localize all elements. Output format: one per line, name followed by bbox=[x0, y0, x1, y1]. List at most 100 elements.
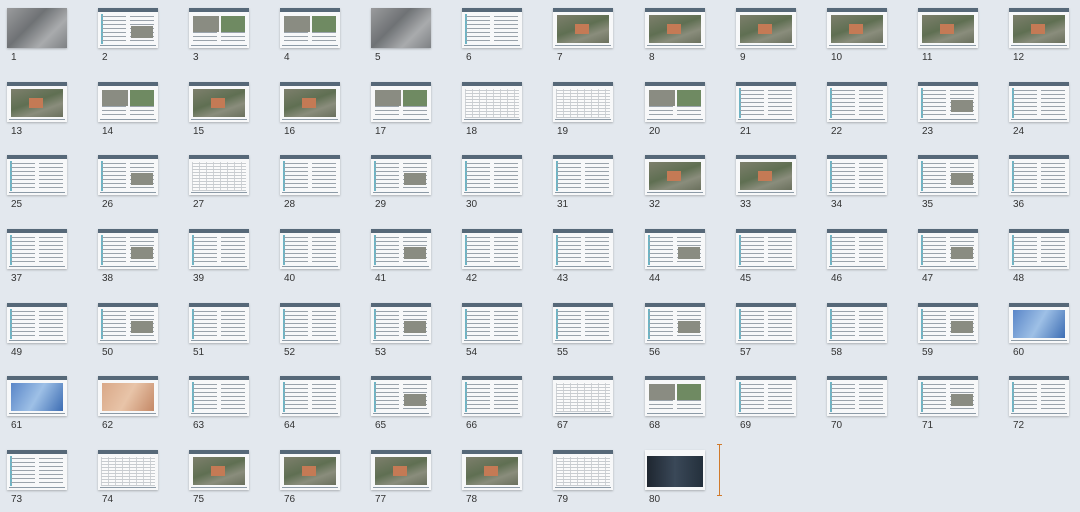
page-thumbnail[interactable]: 80 bbox=[645, 450, 711, 512]
page-number-label: 37 bbox=[11, 273, 23, 284]
page-thumbnail[interactable]: 63 bbox=[189, 376, 255, 438]
page-thumbnail[interactable]: 32 bbox=[645, 155, 711, 217]
page-thumbnail[interactable]: 77 bbox=[371, 450, 437, 512]
page-thumbnail[interactable]: 72 bbox=[1009, 376, 1075, 438]
page-number-label: 13 bbox=[11, 126, 23, 137]
page-thumbnail[interactable]: 39 bbox=[189, 229, 255, 291]
page-thumbnail[interactable]: 29 bbox=[371, 155, 437, 217]
page-thumbnail[interactable]: 74 bbox=[98, 450, 164, 512]
page-preview-image bbox=[98, 303, 158, 343]
scroll-position-indicator[interactable] bbox=[717, 444, 722, 496]
page-thumbnail[interactable]: 7 bbox=[553, 8, 619, 70]
page-thumbnail[interactable]: 67 bbox=[553, 376, 619, 438]
page-thumbnail[interactable]: 38 bbox=[98, 229, 164, 291]
page-number-label: 21 bbox=[740, 126, 752, 137]
page-thumbnail[interactable]: 9 bbox=[736, 8, 802, 70]
page-thumbnail[interactable]: 12 bbox=[1009, 8, 1075, 70]
page-thumbnail[interactable]: 37 bbox=[7, 229, 73, 291]
page-thumbnail[interactable]: 2 bbox=[98, 8, 164, 70]
page-thumbnail[interactable]: 27 bbox=[189, 155, 255, 217]
page-thumbnail[interactable]: 46 bbox=[827, 229, 893, 291]
page-thumbnail[interactable]: 47 bbox=[918, 229, 984, 291]
page-thumbnail[interactable]: 58 bbox=[827, 303, 893, 365]
page-thumbnail[interactable]: 21 bbox=[736, 82, 802, 144]
page-preview-image bbox=[1009, 82, 1069, 122]
page-thumbnail[interactable]: 53 bbox=[371, 303, 437, 365]
page-thumbnail[interactable]: 64 bbox=[280, 376, 346, 438]
page-number-label: 5 bbox=[375, 52, 381, 63]
page-thumbnail[interactable]: 52 bbox=[280, 303, 346, 365]
page-thumbnail[interactable]: 71 bbox=[918, 376, 984, 438]
page-thumbnail[interactable]: 50 bbox=[98, 303, 164, 365]
page-thumbnail[interactable]: 76 bbox=[280, 450, 346, 512]
page-preview-image bbox=[1009, 376, 1069, 416]
page-thumbnail[interactable]: 60 bbox=[1009, 303, 1075, 365]
page-thumbnail[interactable]: 73 bbox=[7, 450, 73, 512]
page-thumbnail[interactable]: 11 bbox=[918, 8, 984, 70]
page-thumbnail[interactable]: 79 bbox=[553, 450, 619, 512]
page-number-label: 64 bbox=[284, 420, 296, 431]
page-thumbnail[interactable]: 4 bbox=[280, 8, 346, 70]
page-thumbnail[interactable]: 8 bbox=[645, 8, 711, 70]
page-number-label: 22 bbox=[831, 126, 843, 137]
page-thumbnail[interactable]: 57 bbox=[736, 303, 802, 365]
page-thumbnail[interactable]: 75 bbox=[189, 450, 255, 512]
page-thumbnail[interactable]: 33 bbox=[736, 155, 802, 217]
page-preview-image bbox=[462, 82, 522, 122]
page-thumbnail[interactable]: 3 bbox=[189, 8, 255, 70]
page-thumbnail[interactable]: 14 bbox=[98, 82, 164, 144]
page-thumbnail[interactable]: 25 bbox=[7, 155, 73, 217]
page-thumbnail[interactable]: 65 bbox=[371, 376, 437, 438]
page-thumbnail[interactable]: 28 bbox=[280, 155, 346, 217]
page-thumbnail[interactable]: 6 bbox=[462, 8, 528, 70]
page-thumbnail[interactable]: 13 bbox=[7, 82, 73, 144]
page-thumbnail[interactable]: 70 bbox=[827, 376, 893, 438]
page-thumbnail[interactable]: 66 bbox=[462, 376, 528, 438]
page-thumbnail[interactable]: 30 bbox=[462, 155, 528, 217]
page-thumbnail[interactable]: 55 bbox=[553, 303, 619, 365]
page-thumbnail[interactable]: 31 bbox=[553, 155, 619, 217]
page-thumbnail[interactable]: 41 bbox=[371, 229, 437, 291]
page-preview-image bbox=[98, 229, 158, 269]
page-thumbnail[interactable]: 22 bbox=[827, 82, 893, 144]
page-thumbnail[interactable]: 5 bbox=[371, 8, 437, 70]
page-thumbnail[interactable]: 1 bbox=[7, 8, 73, 70]
page-thumbnail[interactable]: 43 bbox=[553, 229, 619, 291]
page-thumbnail[interactable]: 18 bbox=[462, 82, 528, 144]
page-number-label: 62 bbox=[102, 420, 114, 431]
page-thumbnail[interactable]: 51 bbox=[189, 303, 255, 365]
page-number-label: 61 bbox=[11, 420, 23, 431]
page-preview-image bbox=[189, 450, 249, 490]
page-thumbnail[interactable]: 44 bbox=[645, 229, 711, 291]
page-thumbnail[interactable]: 19 bbox=[553, 82, 619, 144]
page-thumbnail[interactable]: 56 bbox=[645, 303, 711, 365]
page-thumbnail[interactable]: 34 bbox=[827, 155, 893, 217]
page-thumbnail[interactable]: 36 bbox=[1009, 155, 1075, 217]
page-thumbnail[interactable]: 69 bbox=[736, 376, 802, 438]
page-thumbnail[interactable]: 49 bbox=[7, 303, 73, 365]
page-thumbnail[interactable]: 35 bbox=[918, 155, 984, 217]
page-thumbnail[interactable]: 40 bbox=[280, 229, 346, 291]
page-thumbnail[interactable]: 16 bbox=[280, 82, 346, 144]
page-preview-image bbox=[553, 376, 613, 416]
page-thumbnail[interactable]: 24 bbox=[1009, 82, 1075, 144]
page-thumbnail[interactable]: 48 bbox=[1009, 229, 1075, 291]
page-thumbnail[interactable]: 62 bbox=[98, 376, 164, 438]
page-thumbnail[interactable]: 23 bbox=[918, 82, 984, 144]
page-thumbnail[interactable]: 61 bbox=[7, 376, 73, 438]
page-preview-image bbox=[645, 155, 705, 195]
page-preview-image bbox=[98, 450, 158, 490]
page-thumbnail[interactable]: 54 bbox=[462, 303, 528, 365]
page-thumbnail[interactable]: 45 bbox=[736, 229, 802, 291]
page-thumbnail[interactable]: 10 bbox=[827, 8, 893, 70]
page-thumbnail[interactable]: 26 bbox=[98, 155, 164, 217]
page-number-label: 47 bbox=[922, 273, 934, 284]
page-thumbnail[interactable]: 68 bbox=[645, 376, 711, 438]
page-thumbnail[interactable]: 15 bbox=[189, 82, 255, 144]
page-preview-image bbox=[736, 229, 796, 269]
page-thumbnail[interactable]: 78 bbox=[462, 450, 528, 512]
page-thumbnail[interactable]: 17 bbox=[371, 82, 437, 144]
page-thumbnail[interactable]: 59 bbox=[918, 303, 984, 365]
page-thumbnail[interactable]: 20 bbox=[645, 82, 711, 144]
page-thumbnail[interactable]: 42 bbox=[462, 229, 528, 291]
